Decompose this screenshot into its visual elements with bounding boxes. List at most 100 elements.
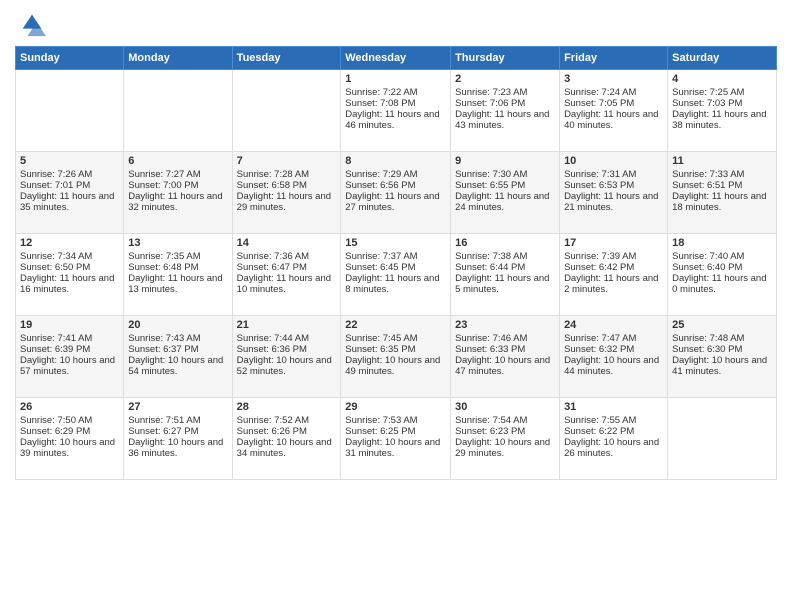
week-row-2: 5Sunrise: 7:26 AMSunset: 7:01 PMDaylight…: [16, 152, 777, 234]
day-cell: 12 Sunrise: 7:34 AMSunset: 6:50 PMDayligh…: [16, 234, 124, 316]
day-number: 9: [455, 155, 555, 167]
day-number: 10: [564, 155, 663, 167]
day-number: 6: [128, 155, 227, 167]
sunrise-text: Sunrise: 7:55 AM: [564, 415, 636, 426]
daylight-text: Daylight: 11 hours and 0 minutes.: [672, 273, 766, 295]
col-header-saturday: Saturday: [668, 47, 777, 70]
day-cell: 10Sunrise: 7:31 AMSunset: 6:53 PMDayligh…: [560, 152, 668, 234]
day-cell: 11Sunrise: 7:33 AMSunset: 6:51 PMDayligh…: [668, 152, 777, 234]
sunrise-text: Sunrise: 7:53 AM: [345, 415, 417, 426]
logo: [15, 10, 46, 38]
sunset-text: Sunset: 6:48 PM: [128, 262, 198, 273]
sunrise-text: Sunrise: 7:28 AM: [237, 169, 309, 180]
day-cell: 5Sunrise: 7:26 AMSunset: 7:01 PMDaylight…: [16, 152, 124, 234]
daylight-text: Daylight: 11 hours and 13 minutes.: [128, 273, 222, 295]
daylight-text: Daylight: 11 hours and 8 minutes.: [345, 273, 439, 295]
col-header-sunday: Sunday: [16, 47, 124, 70]
day-cell: 21Sunrise: 7:44 AMSunset: 6:36 PMDayligh…: [232, 316, 341, 398]
daylight-text: Daylight: 11 hours and 38 minutes.: [672, 109, 766, 131]
sunset-text: Sunset: 6:56 PM: [345, 180, 415, 191]
sunset-text: Sunset: 6:26 PM: [237, 426, 307, 437]
daylight-text: Daylight: 10 hours and 57 minutes.: [20, 355, 115, 377]
sunset-text: Sunset: 6:42 PM: [564, 262, 634, 273]
sunset-text: Sunset: 6:30 PM: [672, 344, 742, 355]
sunset-text: Sunset: 6:27 PM: [128, 426, 198, 437]
sunset-text: Sunset: 6:58 PM: [237, 180, 307, 191]
day-cell: [124, 70, 232, 152]
sunset-text: Sunset: 6:37 PM: [128, 344, 198, 355]
day-cell: 6 Sunrise: 7:27 AMSunset: 7:00 PMDaylight…: [124, 152, 232, 234]
daylight-text: Daylight: 10 hours and 29 minutes.: [455, 437, 550, 459]
sunrise-text: Sunrise: 7:34 AM: [20, 251, 92, 262]
day-number: 22: [345, 319, 446, 331]
daylight-text: Daylight: 11 hours and 16 minutes.: [20, 273, 114, 295]
week-row-4: 19Sunrise: 7:41 AMSunset: 6:39 PMDayligh…: [16, 316, 777, 398]
sunrise-text: Sunrise: 7:24 AM: [564, 87, 636, 98]
daylight-text: Daylight: 11 hours and 40 minutes.: [564, 109, 658, 131]
day-number: 7: [237, 155, 337, 167]
day-number: 13: [128, 237, 227, 249]
sunrise-text: Sunrise: 7:29 AM: [345, 169, 417, 180]
col-header-thursday: Thursday: [451, 47, 560, 70]
daylight-text: Daylight: 10 hours and 39 minutes.: [20, 437, 115, 459]
sunset-text: Sunset: 6:51 PM: [672, 180, 742, 191]
daylight-text: Daylight: 11 hours and 35 minutes.: [20, 191, 114, 213]
day-cell: [668, 398, 777, 480]
day-cell: 22Sunrise: 7:45 AMSunset: 6:35 PMDayligh…: [341, 316, 451, 398]
day-cell: 14Sunrise: 7:36 AMSunset: 6:47 PMDayligh…: [232, 234, 341, 316]
day-number: 2: [455, 73, 555, 85]
sunrise-text: Sunrise: 7:41 AM: [20, 333, 92, 344]
day-number: 12: [20, 237, 119, 249]
page-container: SundayMondayTuesdayWednesdayThursdayFrid…: [0, 0, 792, 490]
sunrise-text: Sunrise: 7:40 AM: [672, 251, 744, 262]
sunset-text: Sunset: 7:06 PM: [455, 98, 525, 109]
sunset-text: Sunset: 6:53 PM: [564, 180, 634, 191]
sunset-text: Sunset: 6:32 PM: [564, 344, 634, 355]
sunset-text: Sunset: 7:00 PM: [128, 180, 198, 191]
daylight-text: Daylight: 11 hours and 18 minutes.: [672, 191, 766, 213]
day-cell: 9Sunrise: 7:30 AMSunset: 6:55 PMDaylight…: [451, 152, 560, 234]
day-cell: 28Sunrise: 7:52 AMSunset: 6:26 PMDayligh…: [232, 398, 341, 480]
day-number: 15: [345, 237, 446, 249]
day-number: 21: [237, 319, 337, 331]
sunset-text: Sunset: 6:50 PM: [20, 262, 90, 273]
day-number: 28: [237, 401, 337, 413]
day-number: 26: [20, 401, 119, 413]
daylight-text: Daylight: 11 hours and 10 minutes.: [237, 273, 331, 295]
sunrise-text: Sunrise: 7:45 AM: [345, 333, 417, 344]
day-number: 23: [455, 319, 555, 331]
calendar-header-row: SundayMondayTuesdayWednesdayThursdayFrid…: [16, 47, 777, 70]
daylight-text: Daylight: 10 hours and 41 minutes.: [672, 355, 767, 377]
day-cell: 23Sunrise: 7:46 AMSunset: 6:33 PMDayligh…: [451, 316, 560, 398]
col-header-friday: Friday: [560, 47, 668, 70]
sunset-text: Sunset: 6:35 PM: [345, 344, 415, 355]
day-cell: 30Sunrise: 7:54 AMSunset: 6:23 PMDayligh…: [451, 398, 560, 480]
week-row-3: 12Sunrise: 7:34 AMSunset: 6:50 PMDayligh…: [16, 234, 777, 316]
day-cell: 17Sunrise: 7:39 AMSunset: 6:42 PMDayligh…: [560, 234, 668, 316]
sunrise-text: Sunrise: 7:46 AM: [455, 333, 527, 344]
sunset-text: Sunset: 6:25 PM: [345, 426, 415, 437]
day-cell: 15Sunrise: 7:37 AMSunset: 6:45 PMDayligh…: [341, 234, 451, 316]
daylight-text: Daylight: 11 hours and 2 minutes.: [564, 273, 658, 295]
sunrise-text: Sunrise: 7:52 AM: [237, 415, 309, 426]
daylight-text: Daylight: 11 hours and 32 minutes.: [128, 191, 222, 213]
sunrise-text: Sunrise: 7:27 AM: [128, 169, 200, 180]
day-number: 14: [237, 237, 337, 249]
daylight-text: Daylight: 11 hours and 46 minutes.: [345, 109, 439, 131]
sunrise-text: Sunrise: 7:38 AM: [455, 251, 527, 262]
daylight-text: Daylight: 10 hours and 26 minutes.: [564, 437, 659, 459]
day-cell: 25Sunrise: 7:48 AMSunset: 6:30 PMDayligh…: [668, 316, 777, 398]
daylight-text: Daylight: 10 hours and 36 minutes.: [128, 437, 223, 459]
day-number: 8: [345, 155, 446, 167]
day-cell: 7Sunrise: 7:28 AMSunset: 6:58 PMDaylight…: [232, 152, 341, 234]
sunrise-text: Sunrise: 7:44 AM: [237, 333, 309, 344]
day-cell: 31Sunrise: 7:55 AMSunset: 6:22 PMDayligh…: [560, 398, 668, 480]
day-number: 18: [672, 237, 772, 249]
day-cell: [232, 70, 341, 152]
day-number: 3: [564, 73, 663, 85]
day-cell: 19Sunrise: 7:41 AMSunset: 6:39 PMDayligh…: [16, 316, 124, 398]
day-cell: [16, 70, 124, 152]
sunrise-text: Sunrise: 7:22 AM: [345, 87, 417, 98]
daylight-text: Daylight: 11 hours and 21 minutes.: [564, 191, 658, 213]
day-number: 25: [672, 319, 772, 331]
